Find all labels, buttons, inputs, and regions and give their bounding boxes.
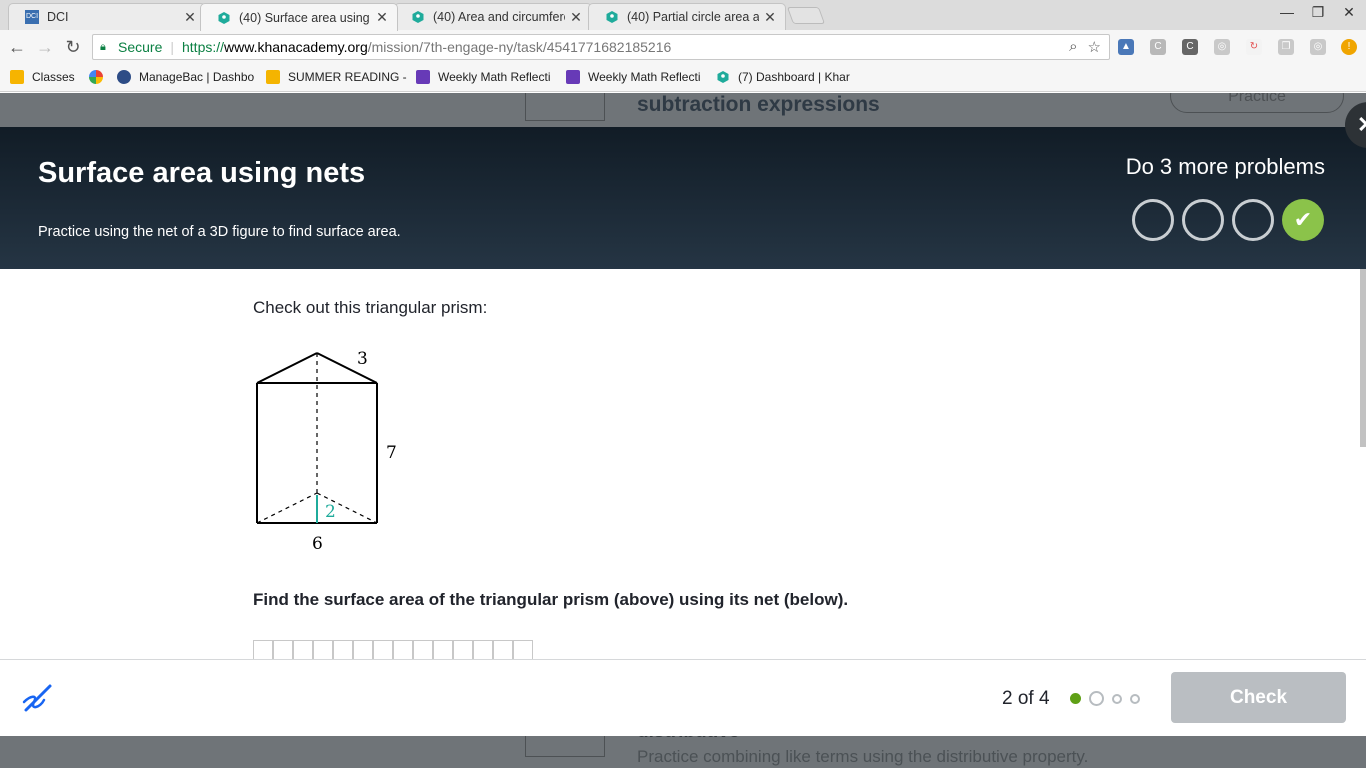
restore-icon[interactable]: ❐ <box>1303 4 1333 21</box>
exercise-subtitle: Practice using the net of a 3D figure to… <box>38 224 401 240</box>
bookmark-classes[interactable]: Classes <box>10 70 75 84</box>
tab-title: DCI <box>47 10 69 24</box>
url-path: /mission/7th-engage-ny/task/454177168218… <box>367 39 672 55</box>
star-icon[interactable]: ☆ <box>1088 38 1101 56</box>
tab-title: (40) Area and circumfere <box>433 10 565 24</box>
background-description: Practice combining like terms using the … <box>637 747 1089 766</box>
forward-arrow-icon[interactable]: → <box>34 36 56 58</box>
background-heading: subtraction expressions <box>637 93 880 116</box>
progress-label: Do 3 more problems <box>1125 154 1325 179</box>
extension-gray-icon[interactable]: ◎ <box>1214 39 1230 55</box>
address-bar[interactable]: 🔒︎ Secure | https://www.khanacademy.org /… <box>92 34 1110 60</box>
exercise-title: Surface area using nets <box>38 157 366 189</box>
reload-icon[interactable]: ↻ <box>62 36 84 58</box>
address-separator: | <box>170 39 174 55</box>
problem-question: Find the surface area of the triangular … <box>253 590 849 609</box>
background-card-icon <box>525 93 605 121</box>
url-protocol: https:// <box>182 39 225 55</box>
bookmark-dashboard[interactable]: (7) Dashboard | Khar <box>716 70 850 84</box>
scrollbar[interactable] <box>1360 269 1366 447</box>
bookmark-weekly-math-2[interactable]: Weekly Math Reflecti <box>566 70 700 84</box>
close-icon[interactable]: ✕ <box>763 9 777 26</box>
page-viewport: subtraction expressions Practice distrib… <box>0 93 1366 768</box>
slides-icon <box>266 70 280 84</box>
secure-label: Secure <box>118 39 163 55</box>
prism-hidden-left-edge <box>256 492 318 524</box>
close-icon[interactable]: ✕ <box>183 9 197 26</box>
exercise-modal: Surface area using nets Practice using t… <box>0 102 1366 736</box>
net-grid <box>253 640 533 659</box>
problem-counter: 2 of 4 <box>1002 688 1050 709</box>
classroom-icon <box>10 70 24 84</box>
tab-title: (40) Partial circle area ar <box>627 10 759 24</box>
progress-circle-empty <box>1232 199 1274 241</box>
triangular-prism-figure: 3 7 2 6 <box>256 349 397 554</box>
dci-icon: DCI <box>25 10 39 24</box>
close-icon[interactable]: ✕ <box>375 9 389 26</box>
label-height: 2 <box>325 502 336 522</box>
extension-c-dark-icon[interactable]: C <box>1182 39 1198 55</box>
bookmark-weekly-math-1[interactable]: Weekly Math Reflecti <box>416 70 550 84</box>
new-tab-button[interactable] <box>786 7 826 24</box>
problem-dot <box>1130 693 1140 704</box>
tab-surface-area[interactable]: (40) Surface area using n ✕ <box>200 3 398 31</box>
exercise-header: Surface area using nets Practice using t… <box>0 127 1366 269</box>
tab-area-circumference[interactable]: (40) Area and circumfere ✕ <box>394 3 592 30</box>
label-top-edge: 3 <box>357 349 368 369</box>
background-practice-button: Practice <box>1170 93 1344 113</box>
back-arrow-icon[interactable]: ← <box>6 36 28 58</box>
bookmark-summer-reading[interactable]: SUMMER READING - <box>266 70 407 84</box>
khan-icon <box>218 11 230 24</box>
problem-dot-current <box>1089 691 1104 706</box>
tab-partial-circle[interactable]: (40) Partial circle area ar ✕ <box>588 3 786 30</box>
browser-toolbar: ← → ↻ 🔒︎ Secure | https://www.khanacadem… <box>0 30 1366 64</box>
exercise-footer: 2 of 4 Check <box>0 659 1366 736</box>
check-button[interactable]: Check <box>1171 672 1346 723</box>
khan-icon <box>412 11 424 23</box>
tab-dci[interactable]: DCI DCI ✕ <box>8 3 206 30</box>
problem-dots <box>1070 691 1140 706</box>
problem-prompt: Check out this triangular prism: <box>253 298 488 317</box>
managebac-icon <box>117 70 131 84</box>
extension-red-icon[interactable]: ↻ <box>1246 39 1262 55</box>
khan-icon <box>606 11 618 23</box>
extension-c-icon[interactable]: C <box>1150 39 1166 55</box>
exercise-body: Check out this triangular prism: 3 7 2 6… <box>0 269 1366 659</box>
extension-drive-icon[interactable]: ▲ <box>1118 39 1134 55</box>
window-close-icon[interactable]: ✕ <box>1334 4 1364 21</box>
browser-tab-bar: DCI DCI ✕ (40) Surface area using n ✕ (4… <box>0 0 1366 31</box>
forms-icon <box>566 70 580 84</box>
khan-icon <box>717 71 729 83</box>
prism-top-left-edge <box>256 352 318 384</box>
problem-dot-done <box>1070 693 1081 704</box>
problem-dot <box>1112 693 1122 704</box>
label-side-edge: 7 <box>386 443 397 463</box>
tab-title: (40) Surface area using n <box>239 10 371 25</box>
extension-web-icon[interactable]: ◎ <box>1310 39 1326 55</box>
progress-circle-empty <box>1132 199 1174 241</box>
extension-copy-icon[interactable]: ❐ <box>1278 39 1294 55</box>
close-icon[interactable]: ✕ <box>569 9 583 26</box>
bookmark-managebac[interactable]: ManageBac | Dashbo <box>117 70 254 84</box>
alert-icon[interactable]: ! <box>1341 39 1357 55</box>
bookmark-pinwheel[interactable] <box>89 70 111 84</box>
pinwheel-icon <box>89 70 103 84</box>
forms-icon <box>416 70 430 84</box>
bookmarks-bar: Classes ManageBac | Dashbo SUMMER READIN… <box>0 64 1366 92</box>
progress-circle-complete-icon: ✔ <box>1282 199 1324 241</box>
zoom-icon[interactable]: ⌕ <box>1069 38 1077 56</box>
label-base-edge: 6 <box>312 534 323 554</box>
scratchpad-pencil-icon[interactable] <box>20 682 54 716</box>
progress-circle-empty <box>1182 199 1224 241</box>
lock-icon: 🔒︎ <box>100 40 106 53</box>
url-host: www.khanacademy.org <box>224 39 368 55</box>
minimize-icon[interactable]: — <box>1272 4 1302 20</box>
prism-top-right-edge <box>316 352 378 384</box>
